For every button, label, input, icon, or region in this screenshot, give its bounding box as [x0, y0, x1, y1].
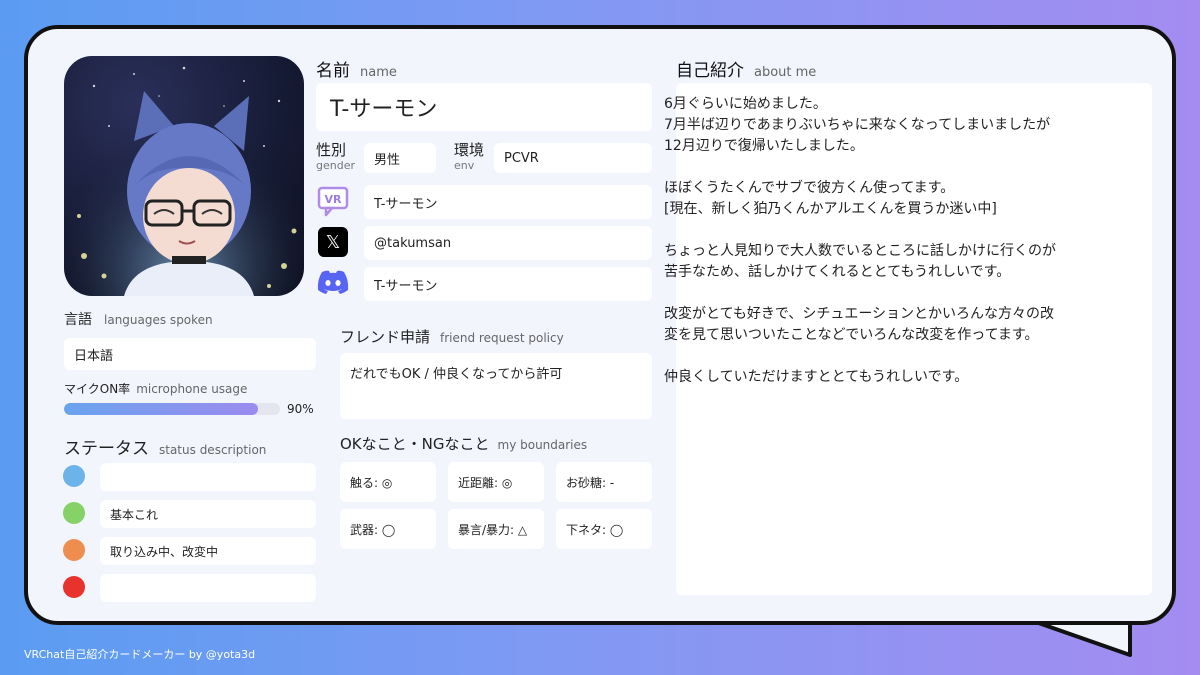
svg-text:VR: VR — [325, 193, 343, 206]
avatar — [64, 56, 304, 296]
discord-icon — [316, 269, 350, 295]
boundary-item: 暴言/暴力: △ — [448, 509, 544, 549]
gender-label-en: gender — [316, 159, 355, 172]
status-description-field — [100, 463, 316, 491]
discord-name-field: T-サーモン — [364, 267, 652, 301]
footer-credit: VRChat自己紹介カードメーカー by @yota3d — [24, 648, 256, 661]
about-paragraph: ちょっと人見知りで大人数でいるところに話しかけに行くのが 苦手なため、話しかけてく… — [664, 241, 1114, 283]
boundary-item: 触る: ◎ — [340, 462, 436, 502]
friend-request-label: フレンド申請 friend request policy — [340, 326, 564, 347]
about-label: 自己紹介 about me — [676, 56, 816, 81]
x-handle-field: @takumsan — [364, 226, 652, 260]
boundary-item: お砂糖: - — [556, 462, 652, 502]
avatar-illustration — [64, 56, 304, 296]
about-line: 仲良くしていただけますととてもうれしいです。 — [664, 369, 969, 385]
boundary-item: 下ネタ: ◯ — [556, 509, 652, 549]
mic-usage-bar-fill — [64, 403, 259, 415]
status-description-field — [100, 574, 316, 602]
boundary-item: 近距離: ◎ — [448, 462, 544, 502]
mic-usage-percent: 90% — [287, 402, 314, 416]
gender-label-jp: 性別 — [316, 141, 347, 159]
vrchat-name-field: T-サーモン — [364, 185, 652, 219]
gender-label: 性別 gender — [316, 143, 355, 173]
boundaries-label: OKなこと・NGなこと my boundaries — [340, 433, 587, 454]
env-field: PCVR — [494, 143, 652, 173]
status-label-jp: ステータス — [64, 439, 149, 459]
boundaries-label-en: my boundaries — [497, 438, 588, 452]
languages-field: 日本語 — [64, 338, 316, 370]
about-paragraph: 6月ぐらいに始めました。 7月半ば辺りであまりぶいちゃに来なくなってしまいましたが… — [664, 94, 1114, 157]
friend-request-field: だれでもOK / 仲良くなってから許可 — [340, 353, 652, 419]
languages-label: 言語 languages spoken — [64, 309, 213, 329]
about-line: 6月ぐらいに始めました。 — [664, 96, 827, 112]
friend-request-label-en: friend request policy — [440, 331, 564, 345]
status-label-en: status description — [159, 443, 267, 457]
about-line: 7月半ば辺りであまりぶいちゃに来なくなってしまいましたが — [664, 117, 1051, 133]
status-description-field: 基本これ — [100, 500, 316, 528]
mic-label-jp: マイクON率 — [64, 382, 131, 396]
about-line: 苦手なため、話しかけてくれるととてもうれしいです。 — [664, 264, 1011, 280]
status-color-dot — [63, 465, 85, 487]
boundary-item: 武器: ◯ — [340, 509, 436, 549]
name-label: 名前 name — [316, 56, 397, 81]
status-color-dot — [63, 539, 85, 561]
friend-request-label-jp: フレンド申請 — [340, 328, 431, 346]
env-label: 環境 env — [454, 143, 484, 173]
env-label-jp: 環境 — [454, 141, 485, 159]
about-paragraph: ほぼくうたくんでサブで彼方くん使ってます。 [現在、新しく狛乃くんかアルエくんを買… — [664, 178, 1114, 220]
status-color-dot — [63, 576, 85, 598]
status-description-field: 取り込み中、改変中 — [100, 537, 316, 565]
mic-label: マイクON率 microphone usage — [64, 380, 247, 397]
languages-label-jp: 言語 — [64, 312, 92, 328]
name-label-en: name — [360, 65, 397, 80]
about-line: 変を見て思いついたことなどでいろんな改変を作ってます。 — [664, 327, 1039, 343]
about-line: ちょっと人見知りで大人数でいるところに話しかけに行くのが — [664, 243, 1056, 259]
about-line: [現在、新しく狛乃くんかアルエくんを買うか迷い中] — [664, 201, 997, 217]
about-line: 改変がとても好きで、シチュエーションとかいろんな方々の改 — [664, 306, 1055, 322]
about-text: 6月ぐらいに始めました。 7月半ば辺りであまりぶいちゃに来なくなってしまいましたが… — [664, 94, 1114, 409]
languages-label-en: languages spoken — [104, 313, 213, 327]
name-field: T-サーモン — [316, 83, 652, 131]
about-label-jp: 自己紹介 — [676, 61, 744, 81]
mic-label-en: microphone usage — [136, 382, 248, 396]
about-line: ほぼくうたくんでサブで彼方くん使ってます。 — [664, 180, 955, 196]
about-line: 12月辺りで復帰いたしました。 — [664, 138, 864, 154]
x-logo-icon: 𝕏 — [318, 227, 348, 257]
about-label-en: about me — [754, 65, 817, 80]
boundaries-label-jp: OKなこと・NGなこと — [340, 435, 490, 453]
about-paragraph: 仲良くしていただけますととてもうれしいです。 — [664, 367, 1114, 388]
name-label-jp: 名前 — [316, 61, 350, 81]
about-paragraph: 改変がとても好きで、シチュエーションとかいろんな方々の改 変を見て思いついたことな… — [664, 304, 1114, 346]
status-color-dot — [63, 502, 85, 524]
gender-field: 男性 — [364, 143, 436, 173]
env-label-en: env — [454, 159, 475, 172]
vrchat-icon: VR — [316, 185, 350, 217]
mic-usage-bar — [64, 403, 280, 415]
status-label: ステータス status description — [64, 434, 266, 459]
